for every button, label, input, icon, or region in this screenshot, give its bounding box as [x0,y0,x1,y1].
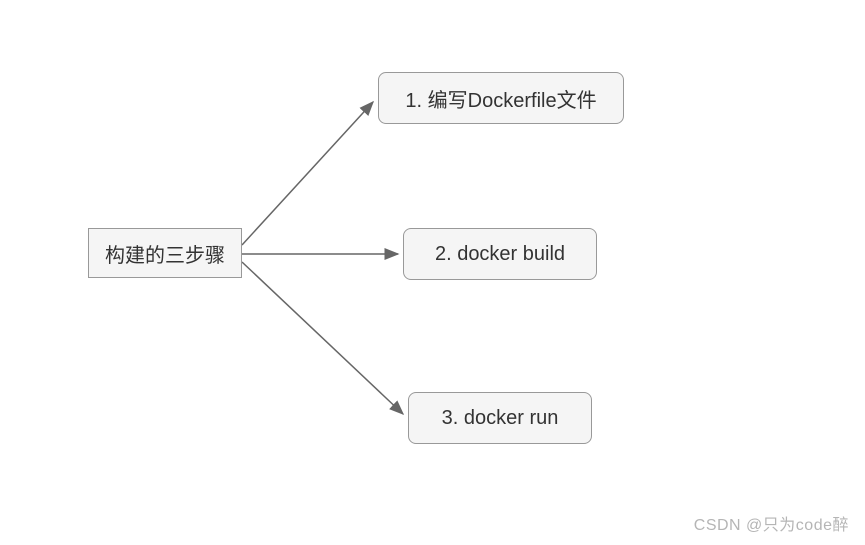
step-node-3-label: 3. docker run [442,407,559,430]
step-node-2-label: 2. docker build [435,243,565,266]
step-node-1: 1. 编写Dockerfile文件 [378,72,624,124]
watermark: CSDN @只为code醉 [694,511,849,535]
step-node-2: 2. docker build [403,228,597,280]
watermark-text: CSDN @只为code醉 [694,517,849,534]
root-node: 构建的三步骤 [88,228,242,278]
step-node-1-label: 1. 编写Dockerfile文件 [405,84,596,113]
root-node-label: 构建的三步骤 [105,239,225,268]
step-node-3: 3. docker run [408,392,592,444]
